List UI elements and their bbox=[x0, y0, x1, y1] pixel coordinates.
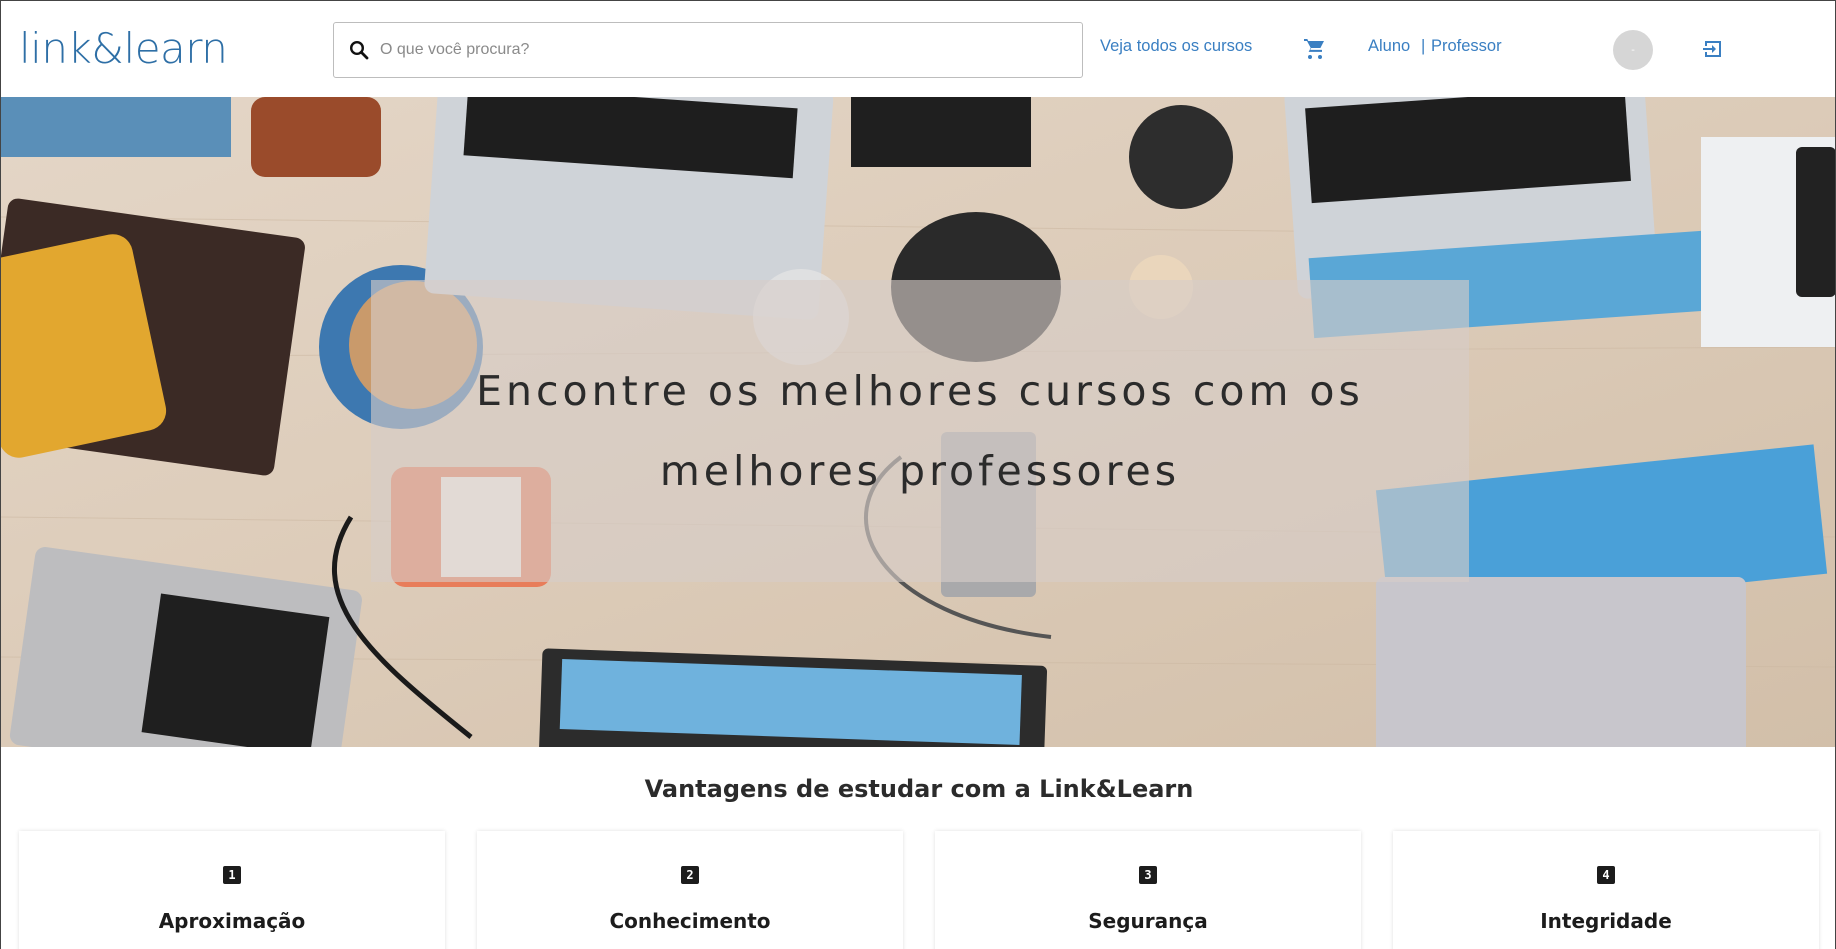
nav-separator: | bbox=[1421, 37, 1426, 55]
advantage-label: Aproximação bbox=[158, 909, 306, 933]
advantage-number: 1 bbox=[223, 866, 241, 884]
advantage-card: 4 Integridade bbox=[1393, 831, 1819, 949]
advantage-card: 3 Segurança bbox=[935, 831, 1361, 949]
search-input[interactable] bbox=[380, 41, 1040, 59]
search-bar bbox=[333, 22, 1083, 78]
advantage-number: 3 bbox=[1139, 866, 1157, 884]
cart-icon[interactable] bbox=[1303, 37, 1327, 61]
aluno-link[interactable]: Aluno bbox=[1368, 37, 1410, 56]
hero-banner: Encontre os melhores cursos com os melho… bbox=[1, 97, 1835, 747]
hero-title: Encontre os melhores cursos com os melho… bbox=[476, 367, 1364, 495]
top-header: link&learn Veja todos os cursos Aluno | … bbox=[1, 0, 1835, 97]
all-courses-link[interactable]: Veja todos os cursos bbox=[1100, 37, 1252, 56]
hero-overlay: Encontre os melhores cursos com os melho… bbox=[371, 280, 1469, 582]
advantages-title: Vantagens de estudar com a Link&Learn bbox=[644, 775, 1194, 803]
logout-icon[interactable] bbox=[1702, 38, 1724, 60]
avatar[interactable]: - bbox=[1613, 30, 1653, 70]
page: link&learn Veja todos os cursos Aluno | … bbox=[0, 0, 1836, 949]
advantage-label: Segurança bbox=[1088, 909, 1208, 933]
advantage-card: 2 Conhecimento bbox=[477, 831, 903, 949]
search-icon[interactable] bbox=[348, 39, 370, 61]
avatar-text: - bbox=[1631, 44, 1635, 56]
advantages-cards: 1 Aproximação 2 Conhecimento 3 Segurança… bbox=[19, 831, 1819, 949]
advantage-label: Conhecimento bbox=[609, 909, 771, 933]
professor-link[interactable]: Professor bbox=[1431, 37, 1502, 56]
advantage-card: 1 Aproximação bbox=[19, 831, 445, 949]
advantage-label: Integridade bbox=[1540, 909, 1672, 933]
advantage-number: 4 bbox=[1597, 866, 1615, 884]
logo[interactable]: link&learn bbox=[19, 25, 228, 73]
advantage-number: 2 bbox=[681, 866, 699, 884]
